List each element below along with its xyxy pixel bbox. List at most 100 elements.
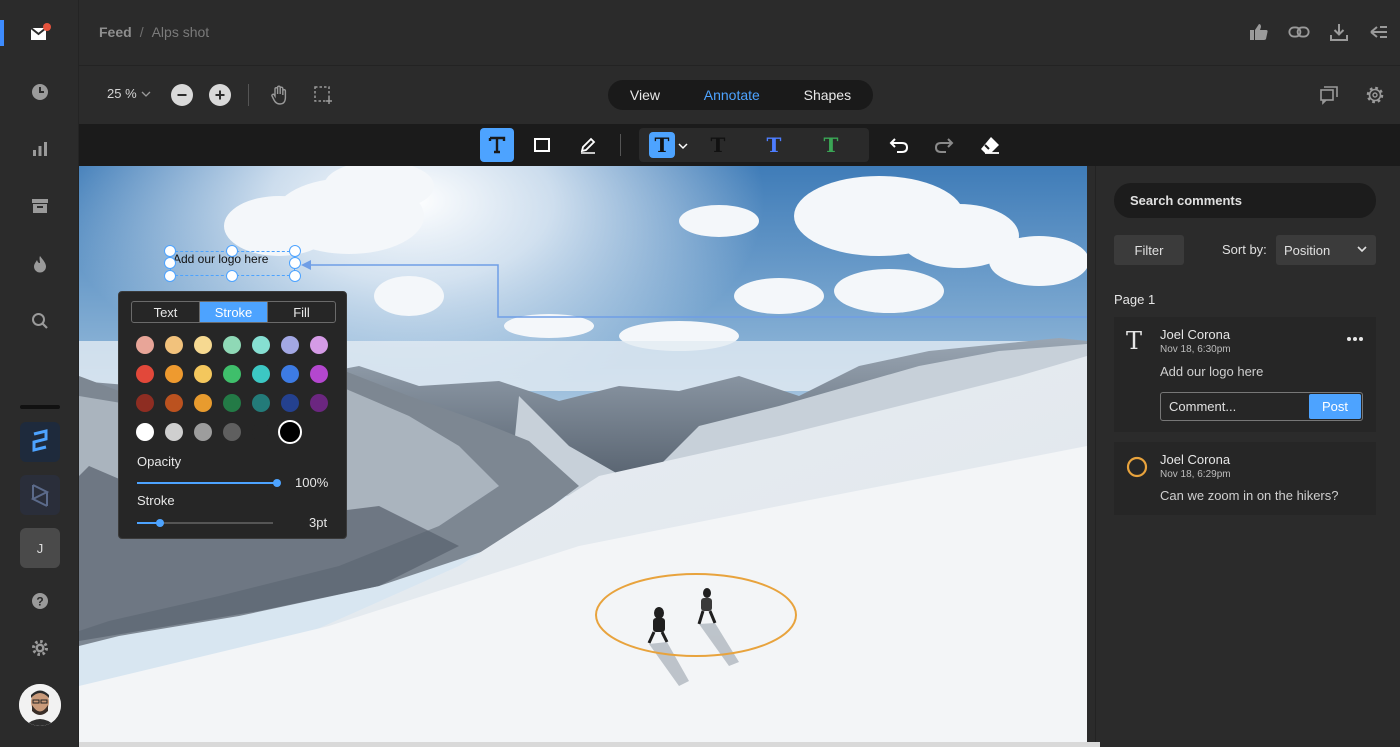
more-options-icon[interactable] xyxy=(1346,329,1364,347)
user-avatar[interactable] xyxy=(19,684,61,726)
popover-tab-stroke[interactable]: Stroke xyxy=(200,302,268,322)
color-swatch[interactable] xyxy=(223,365,241,383)
resize-handle-b[interactable] xyxy=(226,270,238,282)
color-swatch[interactable] xyxy=(281,365,299,383)
redo-icon[interactable] xyxy=(927,128,961,162)
color-swatch[interactable] xyxy=(223,423,241,441)
hand-pan-icon[interactable] xyxy=(267,83,291,107)
stroke-slider-knob[interactable] xyxy=(156,519,165,527)
color-swatch[interactable] xyxy=(252,365,270,383)
color-swatch[interactable] xyxy=(281,336,299,354)
comment-author: Joel Corona xyxy=(1160,452,1231,467)
view-settings-gear-icon[interactable] xyxy=(1363,83,1387,107)
mode-shapes-tab[interactable]: Shapes xyxy=(804,87,851,103)
popover-tab-fill[interactable]: Fill xyxy=(268,302,335,322)
help-icon[interactable]: ? xyxy=(24,585,56,617)
color-swatch[interactable] xyxy=(310,336,328,354)
color-swatch[interactable] xyxy=(252,423,270,441)
color-swatch[interactable] xyxy=(194,423,212,441)
color-swatch[interactable] xyxy=(278,420,302,444)
color-swatch[interactable] xyxy=(252,336,270,354)
breadcrumb-feed-link[interactable]: Feed xyxy=(99,24,132,40)
workspace-s-logo[interactable] xyxy=(20,422,60,462)
resize-handle-t[interactable] xyxy=(226,245,238,257)
color-swatch[interactable] xyxy=(165,394,183,412)
post-button[interactable]: Post xyxy=(1309,394,1361,419)
color-swatch[interactable] xyxy=(194,365,212,383)
color-swatch[interactable] xyxy=(136,365,154,383)
text-style-green-button[interactable]: T xyxy=(818,128,844,162)
text-tool-button[interactable] xyxy=(480,128,514,162)
color-swatch[interactable] xyxy=(223,336,241,354)
comments-toggle-icon[interactable] xyxy=(1317,83,1341,107)
resize-handle-tr[interactable] xyxy=(289,245,301,257)
text-style-white-button[interactable]: T xyxy=(649,132,675,158)
pen-tool-button[interactable] xyxy=(571,128,605,162)
color-swatch[interactable] xyxy=(165,336,183,354)
resize-handle-l[interactable] xyxy=(164,257,176,269)
zoom-dropdown[interactable]: 25 % xyxy=(107,86,151,101)
text-annotation-text[interactable]: Add our logo here xyxy=(173,252,268,266)
color-swatch[interactable] xyxy=(165,365,183,383)
color-swatch[interactable] xyxy=(194,336,212,354)
search-icon[interactable] xyxy=(24,305,56,337)
resize-handle-r[interactable] xyxy=(289,257,301,269)
archive-icon[interactable] xyxy=(24,190,56,222)
inbox-icon[interactable] xyxy=(24,17,56,49)
text-style-green-glyph: T xyxy=(823,133,839,157)
eraser-icon[interactable] xyxy=(973,128,1007,162)
comment-card[interactable]: Joel Corona Nov 18, 6:29pm Can we zoom i… xyxy=(1114,442,1376,515)
resize-handle-br[interactable] xyxy=(289,270,301,282)
color-swatch[interactable] xyxy=(223,394,241,412)
thumbs-up-icon[interactable] xyxy=(1248,20,1270,44)
chevron-down-icon xyxy=(141,91,151,97)
text-style-blue-button[interactable]: T xyxy=(761,128,787,162)
color-swatch[interactable] xyxy=(165,423,183,441)
bar-chart-icon[interactable] xyxy=(24,133,56,165)
color-swatch[interactable] xyxy=(194,394,212,412)
rectangle-tool-button[interactable] xyxy=(525,128,559,162)
text-style-chevron-icon[interactable] xyxy=(678,142,688,150)
text-style-black-button[interactable]: T xyxy=(705,128,731,162)
view-toolbar: 25 % View Annotate Shapes xyxy=(79,66,1400,124)
comment-text: Can we zoom in on the hikers? xyxy=(1160,488,1339,503)
color-swatch[interactable] xyxy=(310,365,328,383)
download-icon[interactable] xyxy=(1328,20,1350,44)
left-rail: J ? xyxy=(0,0,79,747)
zoom-in-button[interactable] xyxy=(209,84,231,106)
page-label: Page 1 xyxy=(1114,292,1156,307)
resize-handle-bl[interactable] xyxy=(164,270,176,282)
filter-button[interactable]: Filter xyxy=(1114,235,1184,265)
color-swatch[interactable] xyxy=(136,336,154,354)
zoom-out-button[interactable] xyxy=(171,84,193,106)
comments-panel: Search comments Filter Sort by: Position… xyxy=(1095,166,1400,747)
text-style-blue-glyph: T xyxy=(766,133,782,157)
mode-view-tab[interactable]: View xyxy=(630,87,660,103)
mode-segmented-control: View Annotate Shapes xyxy=(608,80,873,110)
color-swatch[interactable] xyxy=(310,394,328,412)
color-swatch[interactable] xyxy=(281,394,299,412)
color-swatch[interactable] xyxy=(136,394,154,412)
popover-tab-text[interactable]: Text xyxy=(132,302,200,322)
undo-icon[interactable] xyxy=(882,128,916,162)
color-swatch[interactable] xyxy=(136,423,154,441)
style-popover: Text Stroke Fill Opacity 100% Stroke 3pt xyxy=(118,291,347,539)
flame-icon[interactable] xyxy=(24,248,56,280)
collapse-panel-icon[interactable] xyxy=(1368,20,1390,44)
workspace-j[interactable]: J xyxy=(20,528,60,568)
mode-annotate-tab[interactable]: Annotate xyxy=(704,87,760,103)
reply-comment-input[interactable]: Comment... Post xyxy=(1160,392,1363,421)
opacity-slider-knob[interactable] xyxy=(273,479,281,487)
color-swatch[interactable] xyxy=(252,394,270,412)
text-style-group: T T T T xyxy=(639,128,869,162)
sort-select[interactable]: Position xyxy=(1276,235,1376,265)
search-comments-input[interactable]: Search comments xyxy=(1114,183,1376,218)
link-icon[interactable] xyxy=(1288,20,1310,44)
workspace-hex-logo[interactable] xyxy=(20,475,60,515)
comment-card[interactable]: T Joel Corona Nov 18, 6:30pm Add our log… xyxy=(1114,317,1376,432)
resize-handle-tl[interactable] xyxy=(164,245,176,257)
clock-icon[interactable] xyxy=(24,76,56,108)
annotate-divider xyxy=(620,134,621,156)
settings-gear-icon[interactable] xyxy=(24,632,56,664)
marquee-select-icon[interactable] xyxy=(311,83,335,107)
